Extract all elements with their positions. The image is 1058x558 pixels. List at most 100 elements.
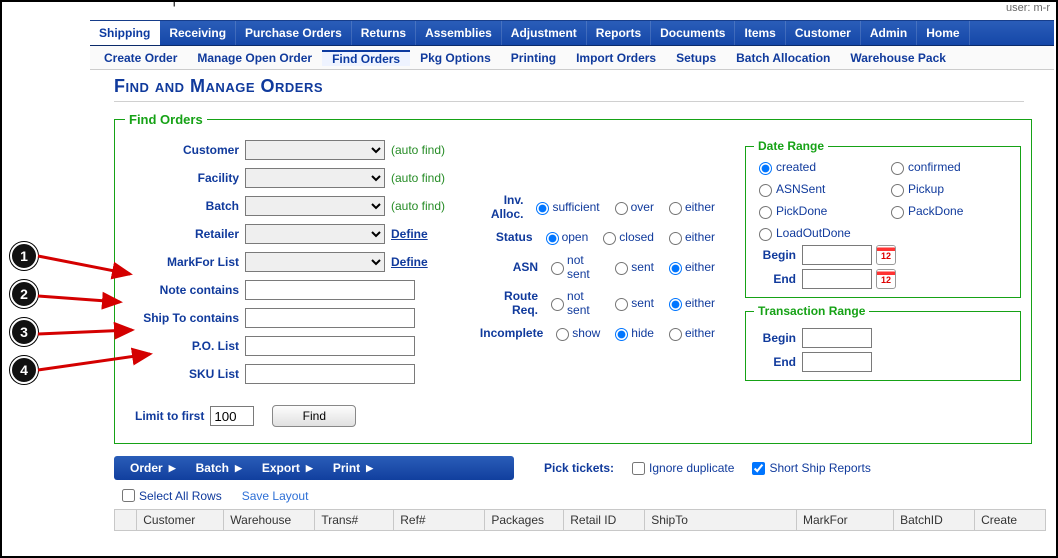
date-begin-input[interactable]: [802, 245, 872, 265]
trans-end-label: End: [754, 355, 802, 369]
date-end-input[interactable]: [802, 269, 872, 289]
date-asnsent-radio[interactable]: [759, 184, 772, 197]
save-layout-link[interactable]: Save Layout: [242, 489, 309, 503]
chevron-right-icon: ▶: [169, 463, 176, 474]
routereq-notsent-text: not sent: [567, 289, 600, 317]
select-all-rows-checkbox[interactable]: [122, 489, 135, 502]
inv-alloc-either-radio[interactable]: [669, 202, 682, 215]
routereq-either-radio[interactable]: [669, 298, 682, 311]
incomplete-hide-radio[interactable]: [615, 328, 628, 341]
incomplete-hide-text: hide: [631, 326, 654, 340]
nav-receiving[interactable]: Receiving: [160, 21, 236, 45]
status-open-radio[interactable]: [546, 232, 559, 245]
subnav-batch-allocation[interactable]: Batch Allocation: [726, 51, 840, 65]
short-ship-reports-checkbox[interactable]: [752, 462, 765, 475]
nav-adjustment[interactable]: Adjustment: [502, 21, 587, 45]
batch-select[interactable]: [245, 196, 385, 216]
asn-either-radio[interactable]: [669, 262, 682, 275]
retailer-label: Retailer: [125, 227, 245, 241]
facility-select[interactable]: [245, 168, 385, 188]
ignore-duplicate-checkbox[interactable]: [632, 462, 645, 475]
transaction-range-fieldset: Transaction Range Begin End: [745, 304, 1021, 381]
po-list-input[interactable]: [245, 336, 415, 356]
nav-documents[interactable]: Documents: [651, 21, 735, 45]
nav-returns[interactable]: Returns: [352, 21, 416, 45]
status-either-radio[interactable]: [669, 232, 682, 245]
chevron-right-icon: ▶: [306, 463, 313, 474]
asn-notsent-radio[interactable]: [551, 262, 564, 275]
find-button[interactable]: Find: [272, 405, 356, 427]
nav-items[interactable]: Items: [735, 21, 785, 45]
subnav-create-order[interactable]: Create Order: [94, 51, 187, 65]
action-order-menu[interactable]: Order▶: [120, 461, 186, 475]
action-print-menu[interactable]: Print▶: [323, 461, 383, 475]
routereq-label: Route Req.: [475, 289, 546, 317]
grid-col-customer[interactable]: Customer: [137, 510, 224, 531]
limit-input[interactable]: [210, 406, 254, 426]
nav-reports[interactable]: Reports: [587, 21, 651, 45]
grid-col-create[interactable]: Create: [975, 510, 1046, 531]
markfor-define-link[interactable]: Define: [391, 255, 428, 269]
date-created-radio[interactable]: [759, 162, 772, 175]
nav-shipping[interactable]: Shipping: [90, 21, 160, 45]
shipto-contains-input[interactable]: [245, 308, 415, 328]
subnav-pkg-options[interactable]: Pkg Options: [410, 51, 501, 65]
find-orders-fieldset: Find Orders Customer (auto find) Facilit…: [114, 112, 1032, 444]
batch-hint: (auto find): [391, 199, 445, 213]
inv-alloc-sufficient-text: sufficient: [552, 200, 599, 214]
date-packdone-radio[interactable]: [891, 206, 904, 219]
customer-select[interactable]: [245, 140, 385, 160]
date-created-text: created: [776, 160, 816, 174]
grid-col-markfor[interactable]: MarkFor: [796, 510, 893, 531]
subnav-manage-open-order[interactable]: Manage Open Order: [187, 51, 322, 65]
sku-list-input[interactable]: [245, 364, 415, 384]
date-loadoutdone-radio[interactable]: [759, 228, 772, 241]
nav-customer[interactable]: Customer: [786, 21, 861, 45]
action-bar: Order▶ Batch▶ Export▶ Print▶: [114, 456, 514, 480]
subnav-warehouse-pack[interactable]: Warehouse Pack: [840, 51, 956, 65]
incomplete-either-radio[interactable]: [669, 328, 682, 341]
subnav-printing[interactable]: Printing: [501, 51, 566, 65]
grid-col-batchid[interactable]: BatchID: [894, 510, 975, 531]
date-pickdone-radio[interactable]: [759, 206, 772, 219]
nav-assemblies[interactable]: Assemblies: [416, 21, 502, 45]
date-confirmed-radio[interactable]: [891, 162, 904, 175]
action-batch-menu[interactable]: Batch▶: [186, 461, 252, 475]
status-closed-radio[interactable]: [603, 232, 616, 245]
date-pickup-radio[interactable]: [891, 184, 904, 197]
nav-purchase-orders[interactable]: Purchase Orders: [236, 21, 352, 45]
routereq-sent-radio[interactable]: [615, 298, 628, 311]
subnav-find-orders[interactable]: Find Orders: [322, 50, 410, 66]
note-contains-input[interactable]: [245, 280, 415, 300]
calendar-icon[interactable]: 12: [876, 269, 896, 289]
inv-alloc-over-radio[interactable]: [615, 202, 628, 215]
retailer-define-link[interactable]: Define: [391, 227, 428, 241]
grid-col-ref[interactable]: Ref#: [394, 510, 485, 531]
nav-admin[interactable]: Admin: [861, 21, 917, 45]
annotation-bubble-3: 3: [10, 318, 38, 346]
incomplete-show-radio[interactable]: [556, 328, 569, 341]
grid-col-shipto[interactable]: ShipTo: [645, 510, 797, 531]
trans-begin-input[interactable]: [802, 328, 872, 348]
calendar-icon[interactable]: 12: [876, 245, 896, 265]
shipto-contains-label: Ship To contains: [125, 311, 245, 325]
orders-grid: Customer Warehouse Trans# Ref# Packages …: [114, 509, 1046, 531]
action-export-menu[interactable]: Export▶: [252, 461, 323, 475]
date-packdone-text: PackDone: [908, 204, 963, 218]
grid-col-checkbox[interactable]: [115, 510, 137, 531]
subnav-import-orders[interactable]: Import Orders: [566, 51, 666, 65]
routereq-notsent-radio[interactable]: [551, 298, 564, 311]
trans-end-input[interactable]: [802, 352, 872, 372]
grid-col-warehouse[interactable]: Warehouse: [224, 510, 315, 531]
retailer-select[interactable]: [245, 224, 385, 244]
grid-col-retailid[interactable]: Retail ID: [564, 510, 645, 531]
asn-sent-radio[interactable]: [615, 262, 628, 275]
inv-alloc-sufficient-radio[interactable]: [536, 202, 549, 215]
markfor-select[interactable]: [245, 252, 385, 272]
asn-either-text: either: [685, 260, 715, 274]
main-nav: Shipping Receiving Purchase Orders Retur…: [90, 20, 1054, 46]
grid-col-trans[interactable]: Trans#: [315, 510, 394, 531]
nav-home[interactable]: Home: [917, 21, 969, 45]
grid-col-packages[interactable]: Packages: [485, 510, 564, 531]
subnav-setups[interactable]: Setups: [666, 51, 726, 65]
